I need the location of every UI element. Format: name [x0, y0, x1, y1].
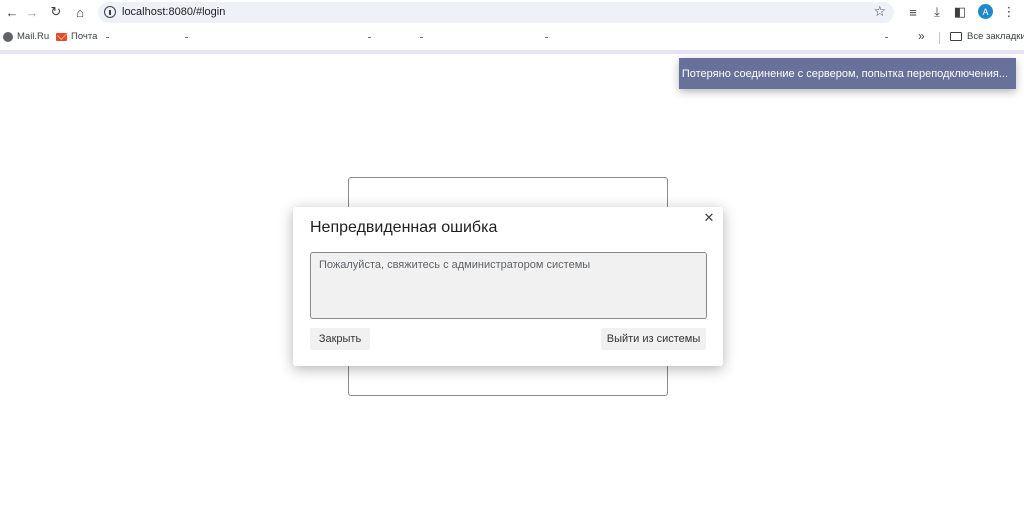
- bookmark-item-placeholder[interactable]: [106, 37, 109, 38]
- bookmark-item-placeholder[interactable]: [885, 37, 888, 38]
- bookmark-label: Mail.Ru: [17, 31, 50, 42]
- more-bookmarks-chevron-icon[interactable]: »: [918, 29, 925, 43]
- page-load-progress: [0, 50, 1024, 54]
- bookmark-mailru[interactable]: Mail.Ru: [3, 31, 49, 42]
- close-button[interactable]: Закрыть: [310, 328, 370, 350]
- reload-icon[interactable]: ↻: [46, 3, 66, 21]
- bookmark-item-placeholder[interactable]: [420, 37, 423, 38]
- home-icon[interactable]: ⌂: [70, 3, 90, 21]
- url-text[interactable]: localhost:8080/#login: [122, 6, 225, 18]
- error-dialog: Непредвиденная ошибка ✕ Пожалуйста, свяж…: [293, 207, 723, 366]
- download-icon[interactable]: ⤓: [929, 4, 945, 20]
- dialog-title: Непредвиденная ошибка: [310, 219, 498, 236]
- bookmark-pochta[interactable]: Почта: [56, 31, 97, 42]
- profile-avatar[interactable]: A: [978, 4, 993, 19]
- error-message-box: Пожалуйста, свяжитесь с администратором …: [310, 252, 707, 319]
- site-info-icon[interactable]: [104, 6, 116, 18]
- reading-list-icon[interactable]: ≡: [905, 4, 921, 20]
- bookmark-item-placeholder[interactable]: [185, 37, 188, 38]
- mail-icon: [56, 32, 67, 41]
- folder-icon: [950, 32, 962, 41]
- globe-icon: [3, 31, 13, 42]
- side-panel-icon[interactable]: ◧: [952, 4, 968, 20]
- menu-kebab-icon[interactable]: ⋮: [1001, 4, 1017, 20]
- logout-button[interactable]: Выйти из системы: [601, 328, 706, 350]
- browser-toolbar: ← → ↻ ⌂ localhost:8080/#login ☆ ≡ ⤓ ◧ A …: [0, 0, 1024, 25]
- bookmark-label: Почта: [71, 31, 98, 42]
- toast-message: Потеряно соединение с сервером, попытка …: [681, 67, 1008, 80]
- forward-arrow-icon[interactable]: →: [22, 3, 42, 21]
- all-bookmarks-button[interactable]: Все закладки: [950, 31, 1024, 42]
- connection-lost-toast: Потеряно соединение с сервером, попытка …: [679, 58, 1016, 89]
- close-icon[interactable]: ✕: [701, 210, 717, 226]
- address-bar[interactable]: localhost:8080/#login ☆: [98, 2, 894, 23]
- bookmark-item-placeholder[interactable]: [368, 37, 371, 38]
- all-bookmarks-label: Все закладки: [967, 31, 1024, 42]
- bookmark-star-icon[interactable]: ☆: [873, 3, 886, 20]
- back-arrow-icon[interactable]: ←: [2, 3, 22, 21]
- bookmarks-divider: [939, 32, 940, 44]
- bookmarks-bar: Mail.Ru Почта » Все закладки: [0, 25, 1024, 50]
- bookmark-item-placeholder[interactable]: [545, 37, 548, 38]
